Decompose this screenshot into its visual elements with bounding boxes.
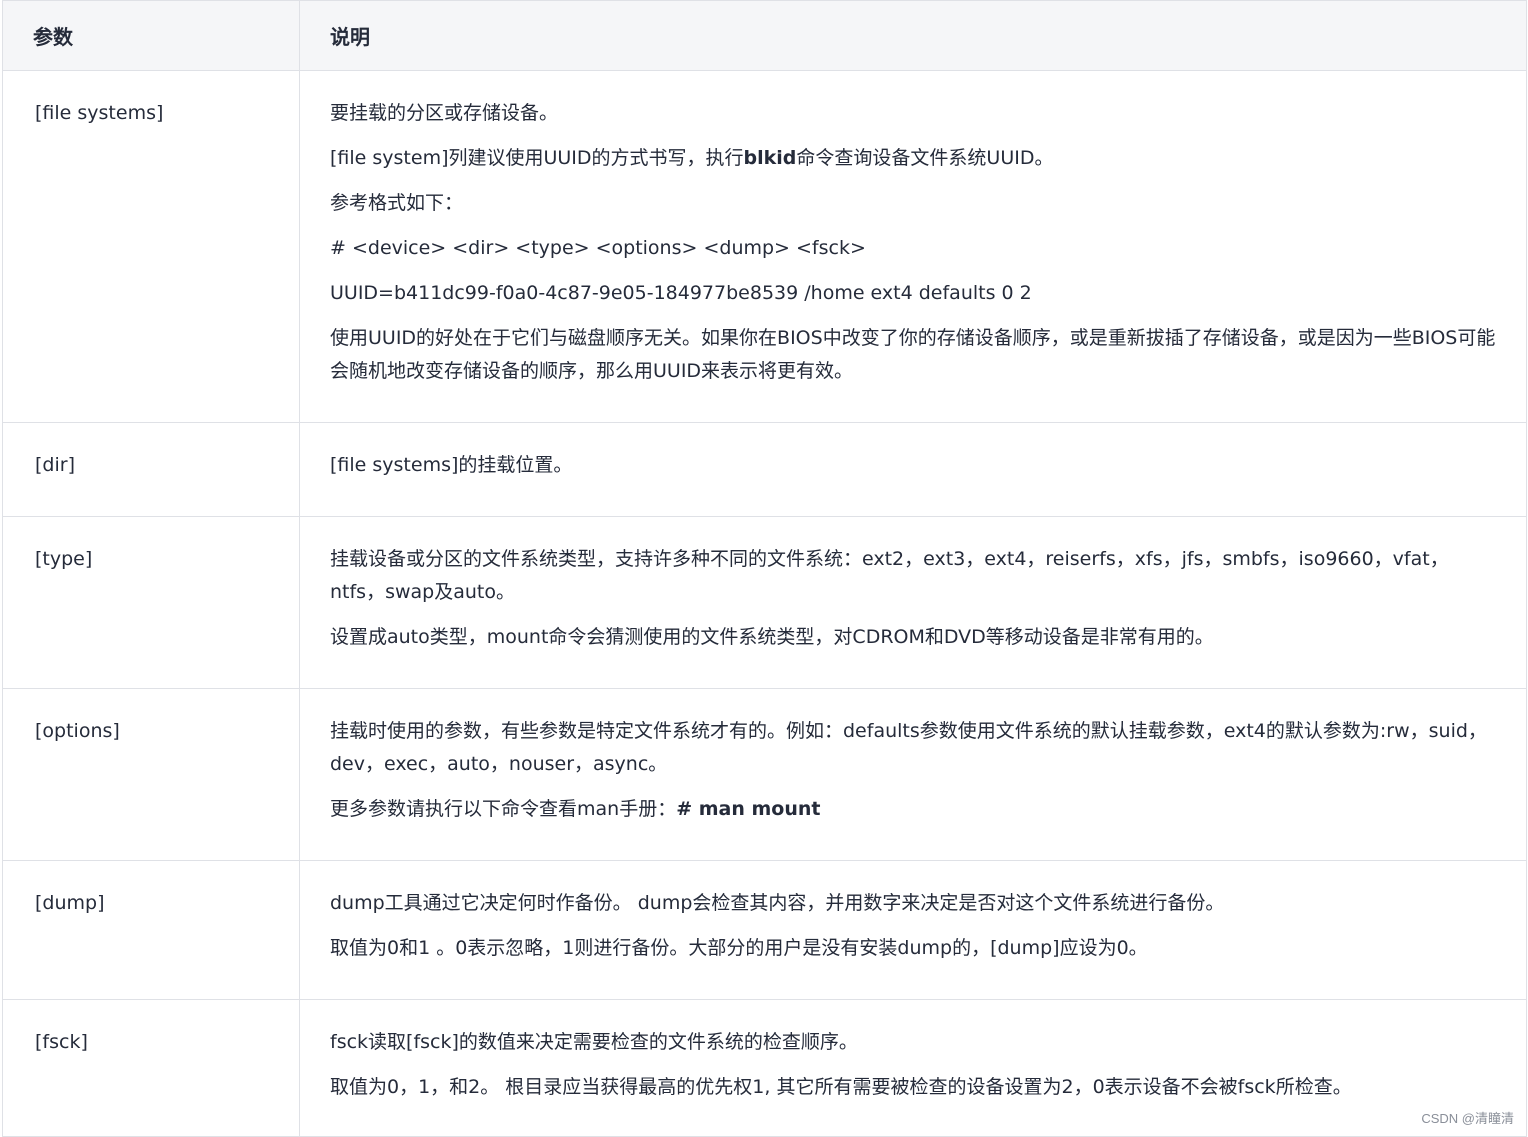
- command-text: # man mount: [676, 798, 821, 820]
- description-text: 要挂载的分区或存储设备。: [330, 102, 559, 124]
- param-cell: [fsck]: [2, 999, 300, 1137]
- description-text: UUID=b411dc99-f0a0-4c87-9e05-184977be853…: [330, 282, 1032, 304]
- description-text: 更多参数请执行以下命令查看man手册：: [330, 798, 677, 820]
- description-paragraph: fsck读取[fsck]的数值来决定需要检查的文件系统的检查顺序。: [330, 1026, 1496, 1059]
- param-cell: [options]: [2, 688, 300, 861]
- description-paragraph: # <device> <dir> <type> <options> <dump>…: [330, 232, 1496, 265]
- description-cell: [file systems]的挂载位置。: [299, 422, 1527, 517]
- description-cell: 挂载时使用的参数，有些参数是特定文件系统才有的。例如：defaults参数使用文…: [299, 688, 1527, 861]
- description-paragraph: 参考格式如下：: [330, 187, 1496, 220]
- description-cell: fsck读取[fsck]的数值来决定需要检查的文件系统的检查顺序。取值为0，1，…: [299, 999, 1527, 1137]
- param-cell: [file systems]: [2, 70, 300, 423]
- table-row: [dump] dump工具通过它决定何时作备份。 dump会检查其内容，并用数字来…: [2, 860, 1527, 1000]
- description-paragraph: [file systems]的挂载位置。: [330, 449, 1496, 482]
- description-paragraph: 使用UUID的好处在于它们与磁盘顺序无关。如果你在BIOS中改变了你的存储设备顺…: [330, 322, 1496, 388]
- table-row: [file systems] 要挂载的分区或存储设备。 [file system]列…: [2, 70, 1527, 423]
- description-paragraph: UUID=b411dc99-f0a0-4c87-9e05-184977be853…: [330, 277, 1496, 310]
- watermark: CSDN @清瞳清: [1421, 1111, 1514, 1126]
- description-text: 挂载时使用的参数，有些参数是特定文件系统才有的。例如：defaults参数使用文…: [330, 720, 1487, 775]
- table-header-row: 参数 说明: [2, 0, 1527, 71]
- description-cell: 挂载设备或分区的文件系统类型，支持许多种不同的文件系统：ext2，ext3，ex…: [299, 516, 1527, 689]
- param-cell: [type]: [2, 516, 300, 689]
- param-cell: [dump]: [2, 860, 300, 1000]
- description-text: # <device> <dir> <type> <options> <dump>…: [330, 237, 866, 259]
- description-text: 使用UUID的好处在于它们与磁盘顺序无关。如果你在BIOS中改变了你的存储设备顺…: [330, 327, 1496, 382]
- description-paragraph: [file system]列建议使用UUID的方式书写，执行blkid命令查询设…: [330, 142, 1496, 175]
- description-text: [file systems]的挂载位置。: [330, 454, 573, 476]
- description-text: 参考格式如下：: [330, 192, 464, 214]
- description-paragraph: 挂载设备或分区的文件系统类型，支持许多种不同的文件系统：ext2，ext3，ex…: [330, 543, 1496, 609]
- description-cell: 要挂载的分区或存储设备。 [file system]列建议使用UUID的方式书写，…: [299, 70, 1527, 423]
- description-paragraph: 设置成auto类型，mount命令会猜测使用的文件系统类型，对CDROM和DVD…: [330, 621, 1496, 654]
- description-text: fsck读取[fsck]的数值来决定需要检查的文件系统的检查顺序。: [330, 1031, 858, 1053]
- description-paragraph: 挂载时使用的参数，有些参数是特定文件系统才有的。例如：defaults参数使用文…: [330, 715, 1496, 781]
- description-text: 取值为0，1，和2。 根目录应当获得最高的优先权1, 其它所有需要被检查的设备设…: [330, 1076, 1352, 1098]
- description-text: dump工具通过它决定何时作备份。 dump会检查其内容，并用数字来决定是否对这…: [330, 892, 1225, 914]
- description-paragraph: dump工具通过它决定何时作备份。 dump会检查其内容，并用数字来决定是否对这…: [330, 887, 1496, 920]
- command-text: blkid: [743, 147, 797, 169]
- description-paragraph: 取值为0，1，和2。 根目录应当获得最高的优先权1, 其它所有需要被检查的设备设…: [330, 1071, 1496, 1104]
- header-description: 说明: [299, 0, 1527, 71]
- header-param: 参数: [2, 0, 300, 71]
- table-row: [options] 挂载时使用的参数，有些参数是特定文件系统才有的。例如：defa…: [2, 688, 1527, 861]
- description-paragraph: 要挂载的分区或存储设备。: [330, 97, 1496, 130]
- table-row: [fsck] fsck读取[fsck]的数值来决定需要检查的文件系统的检查顺序。取…: [2, 999, 1527, 1137]
- table-row: [dir] [file systems]的挂载位置。: [2, 422, 1527, 517]
- param-cell: [dir]: [2, 422, 300, 517]
- description-text: 命令查询设备文件系统UUID。: [796, 147, 1054, 169]
- fstab-parameter-table: 参数 说明 [file systems] 要挂载的分区或存储设备。 [file sy…: [2, 0, 1527, 1137]
- description-paragraph: 取值为0和1 。0表示忽略，1则进行备份。大部分的用户是没有安装dump的，[d…: [330, 932, 1496, 965]
- table-row: [type] 挂载设备或分区的文件系统类型，支持许多种不同的文件系统：ext2，e…: [2, 516, 1527, 689]
- description-text: 设置成auto类型，mount命令会猜测使用的文件系统类型，对CDROM和DVD…: [330, 626, 1214, 648]
- description-text: 取值为0和1 。0表示忽略，1则进行备份。大部分的用户是没有安装dump的，[d…: [330, 937, 1148, 959]
- description-paragraph: 更多参数请执行以下命令查看man手册：# man mount: [330, 793, 1496, 826]
- description-cell: dump工具通过它决定何时作备份。 dump会检查其内容，并用数字来决定是否对这…: [299, 860, 1527, 1000]
- description-text: [file system]列建议使用UUID的方式书写，执行: [330, 147, 744, 169]
- description-text: 挂载设备或分区的文件系统类型，支持许多种不同的文件系统：ext2，ext3，ex…: [330, 548, 1449, 603]
